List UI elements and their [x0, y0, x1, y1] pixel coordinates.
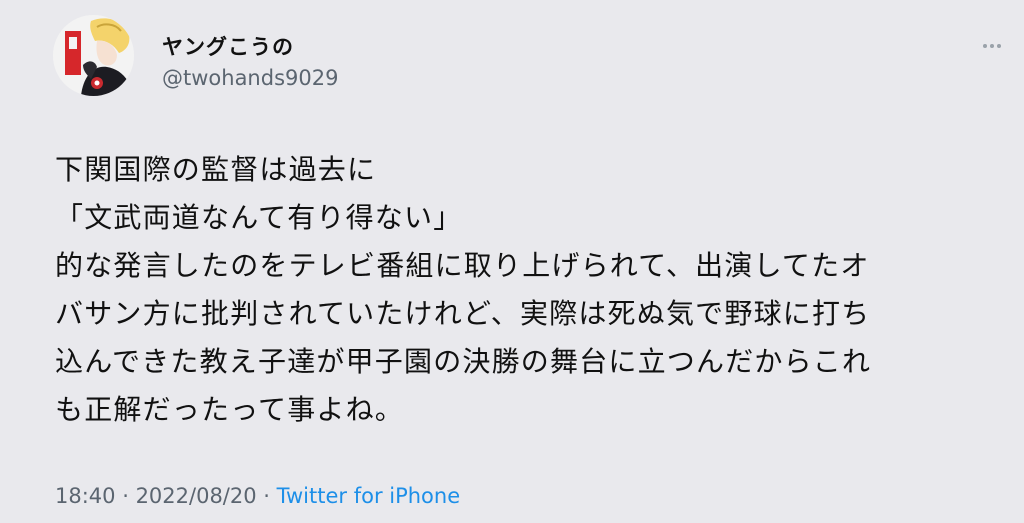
tweet-text-line: 「文武両道なんて有り得ない」 — [55, 201, 463, 234]
tweet-source-link[interactable]: Twitter for iPhone — [277, 484, 461, 508]
tweet-date[interactable]: 2022/08/20 — [136, 484, 257, 508]
tweet-time[interactable]: 18:40 — [55, 484, 116, 508]
meta-separator: · — [256, 484, 277, 508]
tweet-text-line: 的な発言したのをテレビ番組に取り上げられて、出演してたオ — [55, 249, 870, 282]
more-options-icon[interactable] — [974, 34, 1010, 58]
tweet-text-line: バサン方に批判されていたけれど、実際は死ぬ気で野球に打ち — [55, 297, 871, 330]
avatar[interactable] — [53, 15, 134, 96]
tweet-text-line: も正解だったって事よね。 — [55, 393, 405, 426]
tweet-text-line: 下関国際の監督は過去に — [55, 153, 377, 186]
tweet-card: ヤングこうの @twohands9029 下関国際の監督は過去に 「文武両道なん… — [0, 0, 1024, 523]
author-handle[interactable]: @twohands9029 — [162, 66, 338, 90]
meta-separator: · — [115, 484, 136, 508]
tweet-text-line: 込んできた教え子達が甲子園の決勝の舞台に立つんだからこれ — [55, 345, 872, 378]
tweet-text: 下関国際の監督は過去に 「文武両道なんて有り得ない」 的な発言したのをテレビ番組… — [55, 146, 1005, 434]
avatar-image — [53, 15, 134, 96]
tweet-meta: 18:40 · 2022/08/20 · Twitter for iPhone — [55, 484, 460, 508]
author-display-name[interactable]: ヤングこうの — [162, 31, 294, 61]
